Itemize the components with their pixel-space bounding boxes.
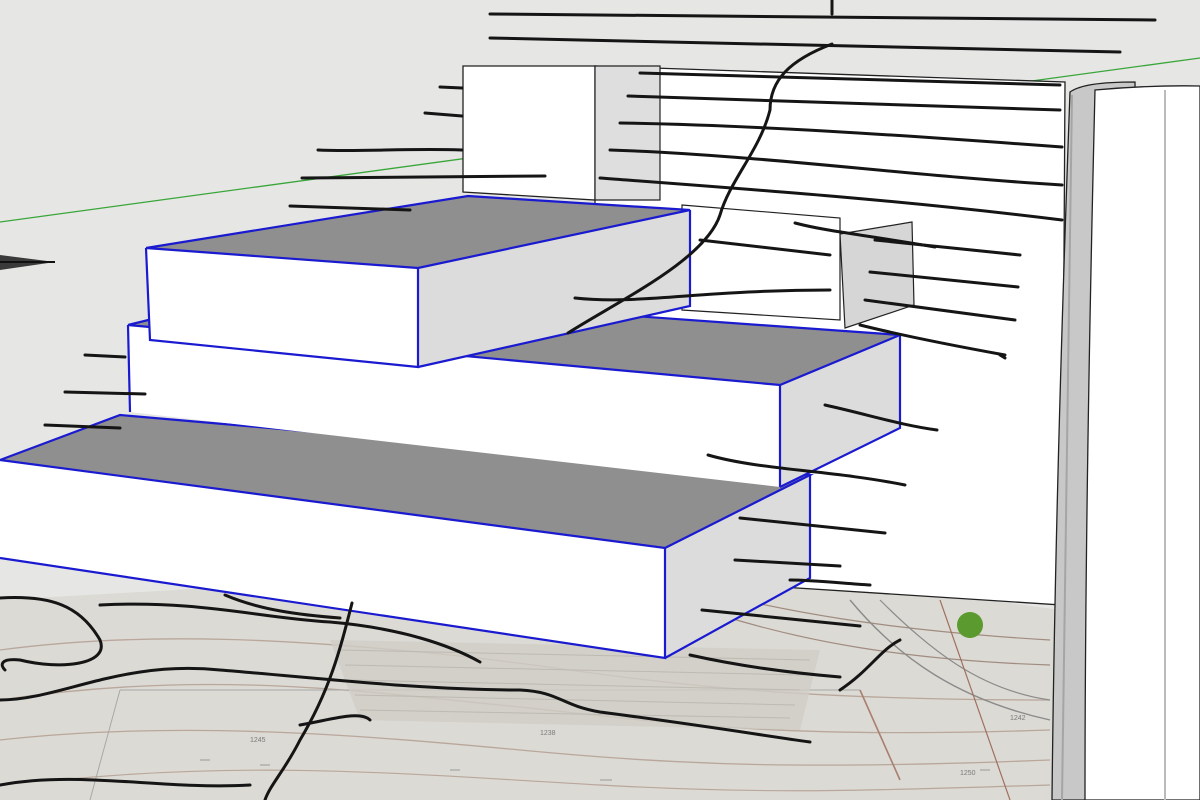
curved-tower[interactable] [1051,81,1200,800]
site-plan-label: 1238 [540,730,556,737]
site-plan-label: 1242 [1010,715,1026,722]
pencil-cursor-icon [0,255,55,270]
tree-marker [957,612,983,638]
site-plan-label: 1245 [250,737,266,744]
site-plan-label: 1250 [960,770,976,777]
modeling-viewport[interactable]: 1238 1242 1245 1250 [0,0,1200,800]
3d-scene[interactable]: 1238 1242 1245 1250 [0,0,1200,800]
